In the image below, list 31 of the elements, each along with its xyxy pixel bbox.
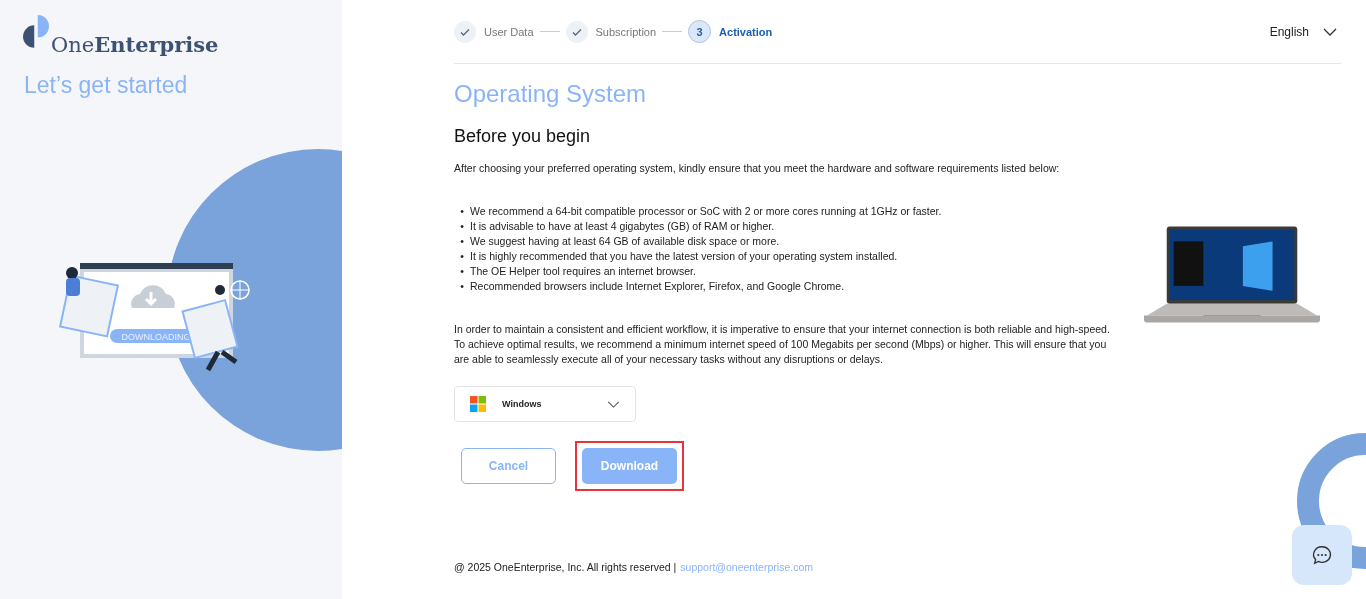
tagline: Let’s get started	[24, 72, 189, 99]
section-heading: Before you begin	[454, 126, 592, 147]
step-label[interactable]: Activation	[719, 25, 773, 38]
step-label[interactable]: User Data	[484, 25, 534, 38]
requirement-item: We recommend a 64-bit compatible processor or SoC with 2 or more cores running at 1GHz or faster.	[470, 204, 942, 219]
intro-text: After choosing your preferred operating system, kindly ensure that you meet the hardware and software requirements listed below:	[454, 161, 1061, 176]
page-title: Operating System	[454, 80, 648, 108]
chevron-down-icon	[1323, 27, 1337, 36]
bullet: •	[459, 249, 465, 264]
step-label[interactable]: Subscription	[595, 25, 657, 38]
windows-logo-icon	[470, 396, 486, 412]
requirement-item: We suggest having at least 64 GB of available disk space or more.	[470, 234, 780, 249]
bullet: •	[459, 234, 465, 249]
bullet: •	[459, 279, 465, 294]
requirement-item: It is highly recommended that you have the latest version of your operating system installed.	[470, 249, 898, 264]
bullet: •	[459, 204, 465, 219]
language-dropdown[interactable]: English	[1269, 24, 1341, 39]
bullet: •	[459, 219, 465, 234]
chevron-down-icon	[607, 400, 620, 408]
requirement-item: The OE Helper tool requires an internet browser.	[470, 264, 696, 279]
bullet: •	[459, 264, 465, 279]
requirement-item: It is advisable to have at least 4 gigabytes (GB) of RAM or higher.	[470, 219, 775, 234]
chat-bubble-icon	[1311, 544, 1333, 566]
copyright-text: @ 2025 OneEnterprise, Inc. All rights reserved |	[454, 561, 677, 573]
note-paragraph: In order to maintain a consistent and efficient workflow, it is imperative to ensure that your internet connection is both reliable and high-speed. To achieve optimal results, we recommend a minimum internet speed of 100 Megabits per second (Mbps) or higher. This will ensure that you are able to seamlessly execute all of your necessary tasks without any disruptions or delays.	[454, 322, 1111, 367]
brand-name: OneEnterprise	[51, 34, 219, 56]
step-number: 3	[688, 20, 712, 43]
chat-button[interactable]	[1292, 525, 1352, 585]
download-illustration-drawing: DOWNLOADING	[40, 240, 270, 380]
os-dropdown[interactable]: Windows	[454, 386, 636, 422]
requirement-item: Recommended browsers include Internet Explorer, Firefox, and Google Chrome.	[470, 279, 845, 294]
